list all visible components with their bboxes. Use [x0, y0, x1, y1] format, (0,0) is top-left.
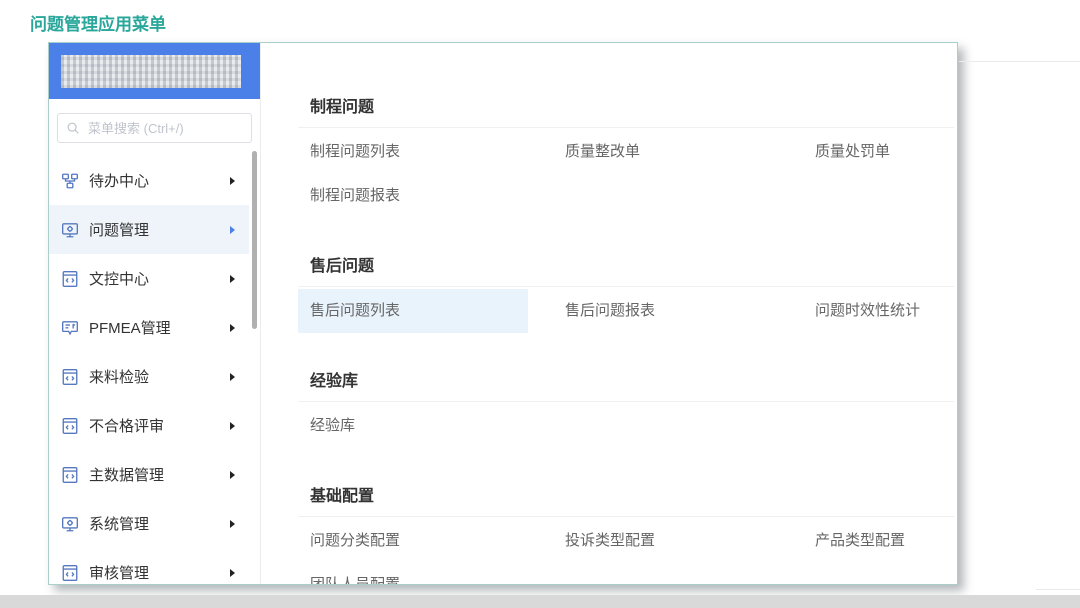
section-links: 售后问题列表售后问题报表问题时效性统计 [298, 287, 954, 333]
menu-search[interactable] [57, 113, 252, 143]
menu-section-basic-config: 基础配置 问题分类配置投诉类型配置产品类型配置团队人员配置 [298, 482, 954, 584]
sidebar: 待办中心 问题管理 文控中心 PFMEA管理 来料检验 不合格评审 主数据管理 … [49, 43, 261, 584]
nonconforming-review-icon [61, 417, 79, 435]
chevron-right-icon [230, 373, 235, 381]
chevron-right-icon [230, 520, 235, 528]
menu-link-process-problem-list[interactable]: 制程问题列表 [298, 130, 553, 174]
menu-link-experience-library[interactable]: 经验库 [298, 404, 553, 448]
sidebar-menu: 待办中心 问题管理 文控中心 PFMEA管理 来料检验 不合格评审 主数据管理 … [49, 156, 260, 585]
background-divider-line [1036, 589, 1080, 590]
sidebar-item-label: PFMEA管理 [89, 317, 230, 338]
chevron-right-icon [230, 226, 235, 234]
sidebar-item-problem-management[interactable]: 问题管理 [49, 205, 249, 254]
sidebar-item-document-control[interactable]: 文控中心 [49, 254, 249, 303]
section-links: 经验库 [298, 402, 954, 448]
menu-link-quality-rectification-order[interactable]: 质量整改单 [553, 130, 803, 174]
sidebar-item-pfmea[interactable]: PFMEA管理 [49, 303, 249, 352]
chevron-right-icon [230, 471, 235, 479]
problem-management-icon [61, 221, 79, 239]
sidebar-item-label: 不合格评审 [89, 415, 230, 436]
pfmea-icon [61, 319, 79, 337]
section-links: 问题分类配置投诉类型配置产品类型配置团队人员配置 [298, 517, 954, 584]
chevron-right-icon [230, 324, 235, 332]
sidebar-item-label: 来料检验 [89, 366, 230, 387]
redacted-logo [61, 55, 241, 88]
menu-section-experience-library: 经验库 经验库 [298, 367, 954, 448]
background-divider-line [959, 61, 1080, 62]
page-bottom-strip [0, 595, 1080, 608]
section-title: 基础配置 [310, 482, 954, 506]
chevron-right-icon [230, 177, 235, 185]
sidebar-item-incoming-inspection[interactable]: 来料检验 [49, 352, 249, 401]
sidebar-item-label: 待办中心 [89, 170, 230, 191]
menu-link-product-type-config[interactable]: 产品类型配置 [803, 519, 954, 563]
sidebar-item-nonconforming-review[interactable]: 不合格评审 [49, 401, 249, 450]
menu-link-problem-timeliness-statistics[interactable]: 问题时效性统计 [803, 289, 954, 333]
menu-section-after-sales-problems: 售后问题 售后问题列表售后问题报表问题时效性统计 [298, 252, 954, 333]
page-title: 问题管理应用菜单 [30, 10, 166, 35]
menu-link-process-problem-report[interactable]: 制程问题报表 [298, 174, 553, 218]
todo-center-icon [61, 172, 79, 190]
document-control-icon [61, 270, 79, 288]
app-menu-panel: 待办中心 问题管理 文控中心 PFMEA管理 来料检验 不合格评审 主数据管理 … [48, 42, 958, 585]
chevron-right-icon [230, 422, 235, 430]
incoming-inspection-icon [61, 368, 79, 386]
chevron-right-icon [230, 275, 235, 283]
section-links: 制程问题列表质量整改单质量处罚单制程问题报表 [298, 128, 954, 218]
section-title: 经验库 [310, 367, 954, 391]
sidebar-item-audit-management[interactable]: 审核管理 [49, 548, 249, 585]
search-input[interactable] [86, 120, 243, 137]
menu-section-process-problems: 制程问题 制程问题列表质量整改单质量处罚单制程问题报表 [298, 93, 954, 218]
master-data-icon [61, 466, 79, 484]
menu-link-team-member-config[interactable]: 团队人员配置 [298, 563, 553, 584]
chevron-right-icon [230, 569, 235, 577]
sidebar-scrollbar[interactable] [252, 151, 257, 329]
menu-link-problem-category-config[interactable]: 问题分类配置 [298, 519, 553, 563]
menu-link-complaint-type-config[interactable]: 投诉类型配置 [553, 519, 803, 563]
section-title: 售后问题 [310, 252, 954, 276]
menu-link-after-sales-problem-report[interactable]: 售后问题报表 [553, 289, 803, 333]
menu-link-after-sales-problem-list[interactable]: 售后问题列表 [298, 289, 528, 333]
sidebar-item-label: 问题管理 [89, 219, 230, 240]
logo-header [49, 43, 260, 99]
menu-link-quality-penalty-order[interactable]: 质量处罚单 [803, 130, 954, 174]
sidebar-item-master-data[interactable]: 主数据管理 [49, 450, 249, 499]
menu-content: 制程问题 制程问题列表质量整改单质量处罚单制程问题报表 售后问题 售后问题列表售… [261, 43, 957, 584]
section-title: 制程问题 [310, 93, 954, 117]
sidebar-item-label: 文控中心 [89, 268, 230, 289]
search-icon [66, 121, 80, 135]
sidebar-item-system-management[interactable]: 系统管理 [49, 499, 249, 548]
system-management-icon [61, 515, 79, 533]
audit-management-icon [61, 564, 79, 582]
sidebar-item-label: 审核管理 [89, 562, 230, 583]
sidebar-item-todo-center[interactable]: 待办中心 [49, 156, 249, 205]
sidebar-item-label: 主数据管理 [89, 464, 230, 485]
sidebar-item-label: 系统管理 [89, 513, 230, 534]
